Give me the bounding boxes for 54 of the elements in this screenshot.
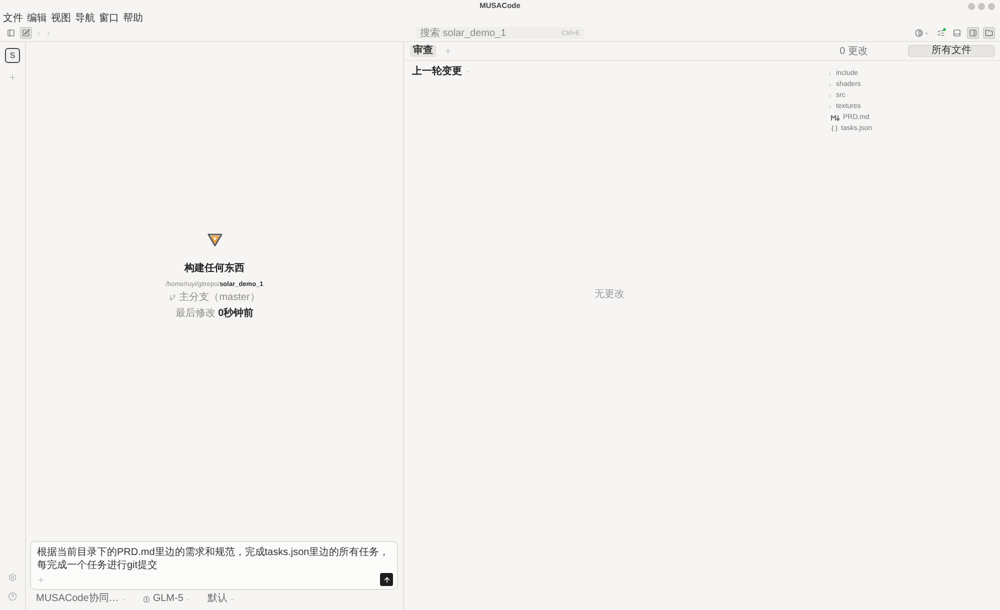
scope-dropdown[interactable]: 上一轮变更 xyxy=(412,64,471,78)
hero-title: 构建任何东西 xyxy=(184,261,244,275)
panel-toggle-button[interactable] xyxy=(5,27,17,39)
branch-name: 主分支（master） xyxy=(179,291,260,304)
menu-item[interactable]: 视图 xyxy=(51,12,71,24)
panel-toggle-button[interactable] xyxy=(983,27,995,39)
panel-toggle-button[interactable] xyxy=(967,27,979,39)
plus-icon[interactable] xyxy=(37,576,45,584)
caret-icon xyxy=(122,596,127,602)
brain-icon xyxy=(142,596,150,602)
panel-right-icon xyxy=(969,29,977,37)
menu-item[interactable]: 窗口 xyxy=(99,12,119,24)
filter-button[interactable]: 所有文件 xyxy=(908,45,995,57)
dropdown-selector[interactable]: GLM-5 xyxy=(142,593,192,605)
caret-icon xyxy=(924,30,929,36)
prompt-box[interactable]: 根据当前目录下的PRD.md里边的需求和规范，完成tasks.json里边的所有任务，每完成一个任务进行git提交 xyxy=(30,541,398,590)
markdown-icon xyxy=(831,114,840,120)
sidebar-icon xyxy=(7,29,15,37)
panel-bottom-icon xyxy=(953,29,961,37)
menu-item[interactable]: 帮助 xyxy=(123,12,143,24)
menu-item[interactable]: 文件 xyxy=(3,12,23,24)
pencil-square-icon xyxy=(22,29,30,37)
prompt-input[interactable]: 根据当前目录下的PRD.md里边的需求和规范，完成tasks.json里边的所有任务，每完成一个任务进行git提交 xyxy=(37,546,393,572)
caret-icon xyxy=(186,596,192,602)
plus-icon[interactable] xyxy=(444,47,452,55)
panel-toggle-button[interactable] xyxy=(20,27,32,39)
chevron-right-icon[interactable] xyxy=(827,92,833,98)
branch-icon xyxy=(169,294,176,301)
change-count: 0 更改 xyxy=(840,45,868,58)
settings-icon[interactable] xyxy=(8,573,17,582)
logo-icon xyxy=(206,233,222,247)
send-button[interactable] xyxy=(380,573,393,586)
half-circle-icon xyxy=(915,29,923,37)
arrow-up-icon xyxy=(382,576,390,584)
panel-toggle-button[interactable] xyxy=(913,27,931,39)
chevron-right-icon[interactable] xyxy=(827,104,833,110)
chevron-right-icon[interactable] xyxy=(827,70,833,76)
chevron-right-icon[interactable] xyxy=(827,82,833,88)
folder-icon xyxy=(985,29,993,37)
menu-item[interactable]: 编辑 xyxy=(27,12,47,24)
menu-item[interactable]: 导航 xyxy=(75,12,95,24)
empty-message: 无更改 xyxy=(594,288,624,301)
checklist-icon xyxy=(937,29,945,37)
braces-icon xyxy=(831,125,838,132)
tab[interactable]: 审查 xyxy=(410,45,436,57)
dropdown-selector[interactable]: MUSACode协同… xyxy=(36,593,127,605)
dropdown-selector[interactable]: 默认 xyxy=(207,593,236,605)
caret-icon xyxy=(230,596,236,602)
caret-icon xyxy=(466,68,471,74)
help-icon[interactable] xyxy=(8,592,17,601)
panel-toggle-button[interactable] xyxy=(951,27,963,39)
plus-icon[interactable] xyxy=(8,73,17,82)
last-modified: 最后修改 0秒钟前 xyxy=(175,307,254,320)
workspace-avatar[interactable]: S xyxy=(5,48,20,63)
